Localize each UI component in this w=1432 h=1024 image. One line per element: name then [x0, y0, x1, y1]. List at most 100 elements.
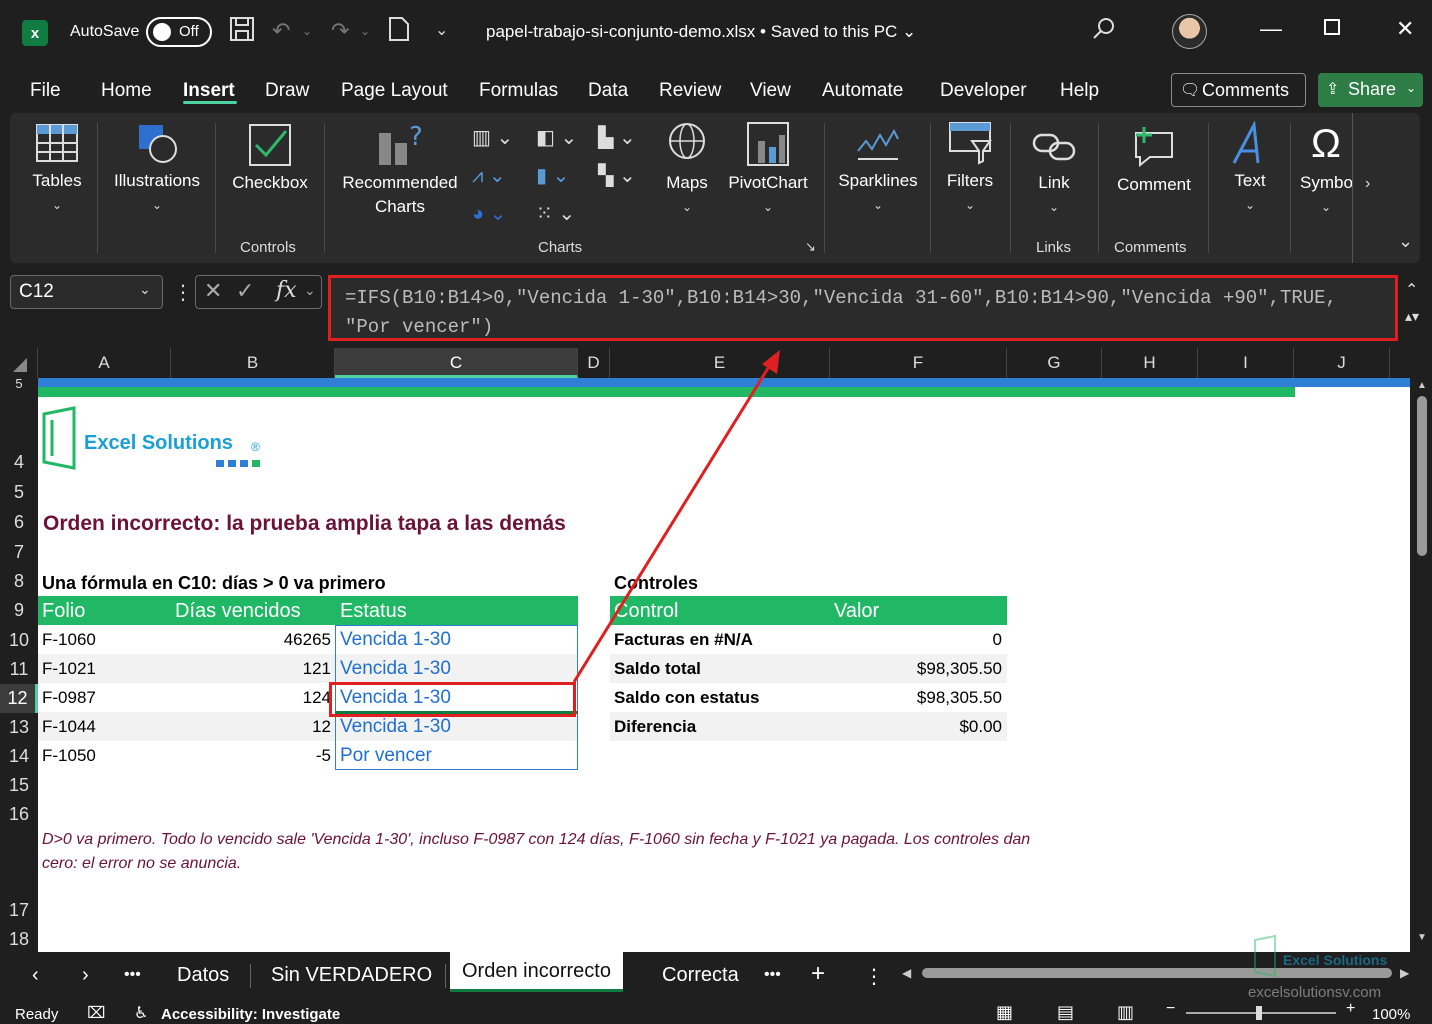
- horizontal-scrollbar-thumb[interactable]: [922, 968, 1392, 978]
- tab-review[interactable]: Review: [659, 80, 721, 102]
- next-sheet-icon[interactable]: ›: [82, 964, 89, 987]
- collapse-ribbon-icon[interactable]: ⌄: [1398, 231, 1413, 252]
- row-header[interactable]: 18: [0, 929, 38, 953]
- row-header[interactable]: 8: [0, 571, 38, 595]
- illustrations-button[interactable]: Illustrations ⌄: [107, 121, 207, 217]
- column-header-d[interactable]: D: [578, 348, 610, 378]
- save-icon[interactable]: [229, 16, 255, 50]
- hierarchy-chart-icon[interactable]: ◧ ⌄: [536, 125, 577, 150]
- maximize-icon[interactable]: [1323, 16, 1341, 42]
- tab-automate[interactable]: Automate: [822, 80, 903, 102]
- comments-button[interactable]: 🗨 Comments: [1171, 73, 1306, 107]
- tab-file[interactable]: File: [30, 80, 61, 102]
- insert-function-icon[interactable]: fx: [276, 278, 297, 303]
- select-all-corner[interactable]: [0, 348, 38, 378]
- more-tabs-icon[interactable]: •••: [764, 966, 781, 984]
- combo-chart-icon[interactable]: ▚ ⌄: [598, 163, 636, 188]
- pivotchart-button[interactable]: PivotChart ⌄: [722, 121, 814, 219]
- column-header-e[interactable]: E: [610, 348, 830, 378]
- sparklines-button[interactable]: Sparklines ⌄: [836, 121, 920, 217]
- zoom-out-icon[interactable]: −: [1166, 1000, 1175, 1018]
- formula-input[interactable]: =IFS(B10:B14>0,"Vencida 1-30",B10:B14>30…: [328, 275, 1398, 341]
- cancel-icon[interactable]: ✕: [204, 278, 222, 304]
- zoom-in-icon[interactable]: +: [1346, 1000, 1355, 1018]
- hscroll-left-icon[interactable]: ◀: [902, 966, 911, 980]
- chevron-down-icon[interactable]: ⌄: [139, 281, 151, 298]
- dialog-launcher-icon[interactable]: ↘: [805, 239, 816, 255]
- tab-sin-verdadero[interactable]: Sin VERDADERO: [271, 964, 432, 987]
- redo-icon[interactable]: ↷: [331, 16, 349, 46]
- row-header[interactable]: 15: [0, 775, 38, 799]
- tab-help[interactable]: Help: [1060, 80, 1099, 102]
- recommended-charts-button[interactable]: ? Recommended Charts: [338, 121, 462, 219]
- tab-data[interactable]: Data: [588, 80, 628, 102]
- column-header-b[interactable]: B: [171, 348, 335, 378]
- formula-expand-up-icon[interactable]: ⌃: [1405, 280, 1418, 300]
- accessibility-status[interactable]: Accessibility: Investigate: [161, 1006, 340, 1023]
- name-box[interactable]: C12 ⌄: [10, 275, 163, 309]
- column-header-a[interactable]: A: [38, 348, 171, 378]
- symbols-button[interactable]: Ω Symbo ⌄: [1300, 121, 1352, 219]
- zoom-slider-thumb[interactable]: [1256, 1006, 1262, 1020]
- scroll-up-icon[interactable]: ▲: [1417, 380, 1427, 391]
- tables-button[interactable]: Tables ⌄: [28, 121, 86, 217]
- row-header[interactable]: 14: [0, 746, 38, 770]
- chevron-down-icon[interactable]: ⌄: [304, 282, 316, 299]
- scrollbar-thumb[interactable]: [1417, 396, 1427, 556]
- tab-view[interactable]: View: [750, 80, 791, 102]
- page-layout-view-icon[interactable]: ▤: [1057, 1002, 1074, 1023]
- tab-correcta[interactable]: Correcta: [662, 964, 739, 987]
- macro-record-icon[interactable]: ⌧: [87, 1003, 105, 1023]
- page-break-view-icon[interactable]: ▥: [1117, 1002, 1134, 1023]
- avatar[interactable]: [1172, 14, 1207, 49]
- sheet-grid[interactable]: Excel Solutions ® Orden incorrecto: la p…: [38, 378, 1410, 952]
- row-header[interactable]: 4: [0, 452, 38, 476]
- statistic-chart-icon[interactable]: ▮ ⌄: [536, 163, 569, 188]
- share-button[interactable]: ⇪ Share ⌄: [1318, 73, 1423, 107]
- checkbox-button[interactable]: Checkbox: [228, 123, 312, 195]
- tab-draw[interactable]: Draw: [265, 80, 309, 102]
- scatter-chart-icon[interactable]: ⁙ ⌄: [536, 201, 575, 226]
- comment-button[interactable]: Comment: [1110, 123, 1198, 197]
- hscroll-right-icon[interactable]: ▶: [1400, 966, 1409, 980]
- tab-page-layout[interactable]: Page Layout: [341, 80, 448, 102]
- minimize-icon[interactable]: —: [1260, 16, 1282, 42]
- tab-datos[interactable]: Datos: [177, 964, 229, 987]
- tab-insert[interactable]: Insert: [183, 80, 235, 102]
- ribbon-scroll-right[interactable]: ›: [1352, 113, 1388, 263]
- row-header[interactable]: 6: [0, 512, 38, 536]
- pie-chart-icon[interactable]: ◕ ⌄: [472, 201, 506, 226]
- row-header[interactable]: 5: [0, 378, 38, 392]
- more-sheets-icon[interactable]: •••: [124, 966, 141, 984]
- column-header-g[interactable]: G: [1007, 348, 1102, 378]
- redo-dropdown-icon[interactable]: ⌄: [360, 16, 370, 46]
- undo-icon[interactable]: ↶: [272, 16, 290, 46]
- tab-home[interactable]: Home: [101, 80, 152, 102]
- column-header-j[interactable]: J: [1294, 348, 1390, 378]
- search-icon[interactable]: [1092, 16, 1116, 48]
- share-dropdown-icon[interactable]: ⌄: [1406, 81, 1416, 95]
- document-title[interactable]: papel-trabajo-si-conjunto-demo.xlsx • Sa…: [486, 22, 916, 42]
- maps-button[interactable]: Maps ⌄: [662, 121, 712, 219]
- enter-check-icon[interactable]: ✓: [236, 278, 254, 304]
- tab-developer[interactable]: Developer: [940, 80, 1027, 102]
- row-header[interactable]: 10: [0, 630, 38, 654]
- column-chart-icon[interactable]: ▥ ⌄: [472, 125, 513, 150]
- more-options-icon[interactable]: ⋮: [173, 280, 193, 305]
- column-header-h[interactable]: H: [1102, 348, 1198, 378]
- row-header[interactable]: 13: [0, 717, 38, 741]
- customize-toolbar-icon[interactable]: ⌄: [435, 16, 448, 46]
- vertical-scrollbar[interactable]: ▲ ▼: [1412, 378, 1432, 952]
- tab-formulas[interactable]: Formulas: [479, 80, 558, 102]
- tab-options-icon[interactable]: ⋮: [864, 964, 884, 989]
- tab-orden-incorrecto[interactable]: Orden incorrecto: [450, 952, 623, 992]
- column-header-i[interactable]: I: [1198, 348, 1294, 378]
- zoom-level[interactable]: 100%: [1372, 1006, 1410, 1023]
- add-sheet-icon[interactable]: +: [811, 960, 825, 988]
- filters-button[interactable]: Filters ⌄: [942, 121, 998, 217]
- row-header[interactable]: 17: [0, 900, 38, 924]
- row-header-selected[interactable]: 12: [0, 684, 38, 713]
- waterfall-chart-icon[interactable]: ▙ ⌄: [598, 125, 636, 150]
- new-file-icon[interactable]: [388, 16, 410, 50]
- link-button[interactable]: Link ⌄: [1028, 125, 1080, 219]
